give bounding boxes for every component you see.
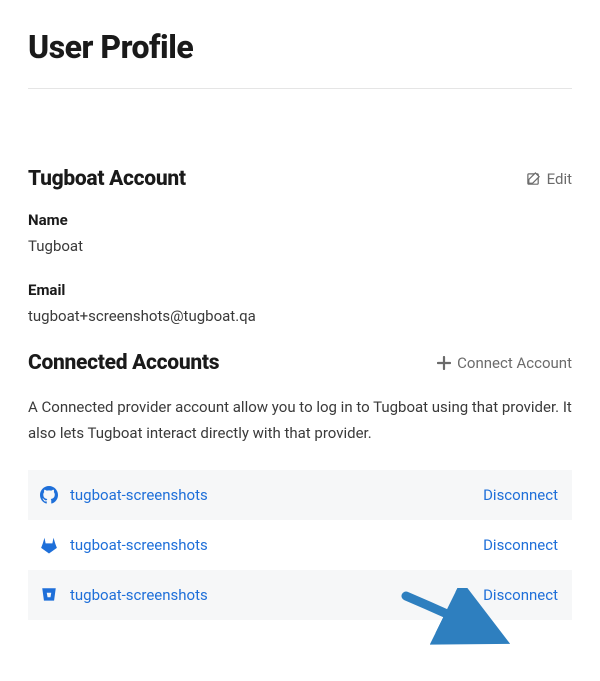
email-label: Email (28, 281, 572, 299)
connected-section-header: Connected Accounts Connect Account (28, 351, 572, 375)
plus-icon (437, 356, 451, 370)
edit-button[interactable]: Edit (526, 170, 572, 188)
divider (28, 88, 572, 89)
gitlab-icon (40, 536, 58, 554)
disconnect-button[interactable]: Disconnect (483, 486, 558, 504)
connected-section-title: Connected Accounts (28, 351, 219, 375)
name-label: Name (28, 211, 572, 229)
bitbucket-icon (40, 586, 58, 604)
edit-icon (526, 172, 541, 187)
connect-account-button[interactable]: Connect Account (437, 354, 572, 372)
account-link[interactable]: tugboat-screenshots (70, 486, 208, 504)
account-row: tugboat-screenshots Disconnect (28, 520, 572, 570)
account-section-header: Tugboat Account Edit (28, 167, 572, 191)
email-value: tugboat+screenshots@tugboat.qa (28, 307, 572, 325)
disconnect-button[interactable]: Disconnect (483, 536, 558, 554)
account-link[interactable]: tugboat-screenshots (70, 586, 208, 604)
account-row: tugboat-screenshots Disconnect (28, 570, 572, 620)
name-value: Tugboat (28, 237, 572, 255)
disconnect-button[interactable]: Disconnect (483, 586, 558, 604)
account-link[interactable]: tugboat-screenshots (70, 536, 208, 554)
connect-account-label: Connect Account (457, 354, 572, 372)
connected-description: A Connected provider account allow you t… (28, 395, 572, 446)
account-section-title: Tugboat Account (28, 167, 186, 191)
github-icon (40, 486, 58, 504)
account-list: tugboat-screenshots Disconnect tugboat-s… (28, 470, 572, 620)
edit-label: Edit (547, 170, 572, 188)
page-title: User Profile (28, 28, 572, 66)
account-row: tugboat-screenshots Disconnect (28, 470, 572, 520)
